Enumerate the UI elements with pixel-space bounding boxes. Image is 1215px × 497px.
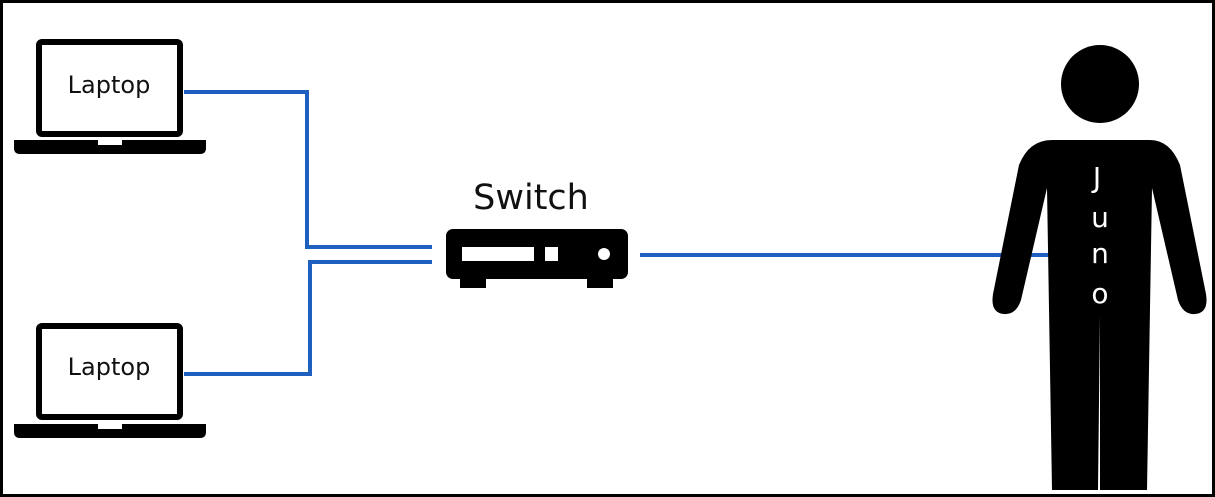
laptop-bottom-icon: [14, 323, 206, 438]
person-label-letter-j: J: [1092, 161, 1102, 194]
person-label-letter-u: u: [1091, 201, 1109, 234]
network-diagram: [0, 0, 1215, 497]
diagram-canvas: Laptop Laptop Switch J u n o: [0, 0, 1215, 497]
person-label-letter-o: o: [1091, 277, 1109, 310]
link-bottom-laptop-to-switch: [184, 260, 432, 376]
link-top-laptop-to-switch: [184, 90, 432, 249]
laptop-top-label: Laptop: [67, 71, 151, 99]
laptop-bottom-label: Laptop: [67, 353, 151, 381]
person-label-letter-n: n: [1091, 237, 1109, 270]
switch-label: Switch: [473, 178, 589, 218]
network-switch-icon: [446, 229, 628, 288]
